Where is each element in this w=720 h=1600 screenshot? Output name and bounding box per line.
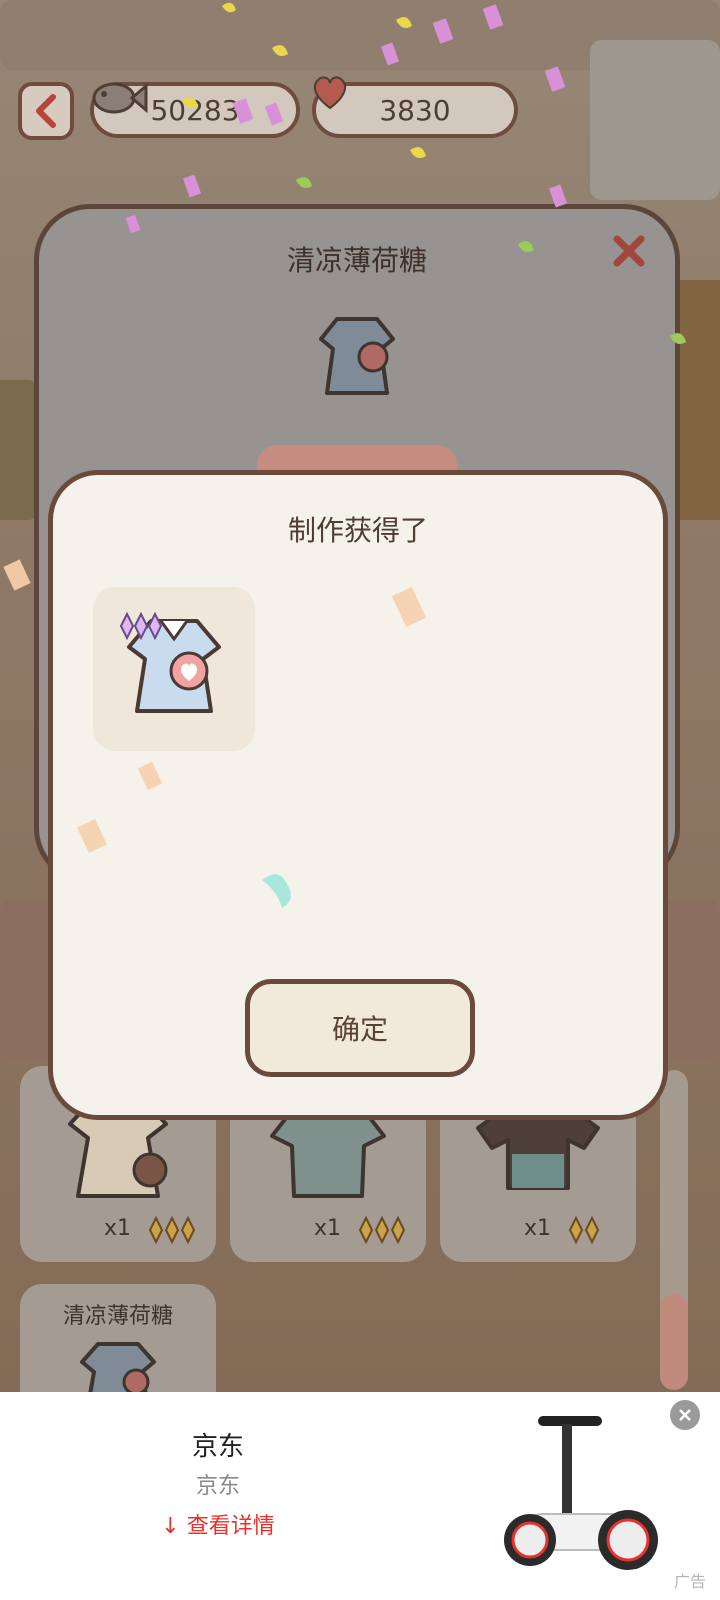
ad-title: 京东 bbox=[191, 1432, 244, 1462]
confetti-decoration bbox=[3, 2, 686, 908]
ad-tag: 广告 bbox=[673, 1572, 706, 1591]
download-arrow-icon: ↓ bbox=[161, 1514, 180, 1539]
ad-banner[interactable]: 京东 京东 ↓ 查看详情 广告 bbox=[0, 1392, 720, 1600]
item-count: x1 bbox=[104, 1216, 132, 1241]
item-count: x1 bbox=[524, 1216, 552, 1241]
rarity-stars-icon bbox=[358, 1216, 406, 1244]
rarity-stars-icon bbox=[568, 1216, 600, 1244]
rarity-stars-icon bbox=[148, 1216, 196, 1244]
ad-subtitle: 京东 bbox=[195, 1474, 240, 1499]
ad-link-label: 查看详情 bbox=[186, 1514, 275, 1539]
ad-close-button[interactable] bbox=[670, 1400, 700, 1430]
item-count: x1 bbox=[314, 1216, 342, 1241]
ad-details-link[interactable]: ↓ 查看详情 bbox=[0, 1508, 436, 1540]
scrollbar-thumb[interactable] bbox=[660, 1294, 688, 1390]
item-name: 清凉薄荷糖 bbox=[62, 1304, 173, 1329]
scrollbar[interactable] bbox=[660, 1070, 688, 1390]
scooter-image bbox=[504, 1416, 658, 1570]
close-icon bbox=[679, 1409, 691, 1421]
